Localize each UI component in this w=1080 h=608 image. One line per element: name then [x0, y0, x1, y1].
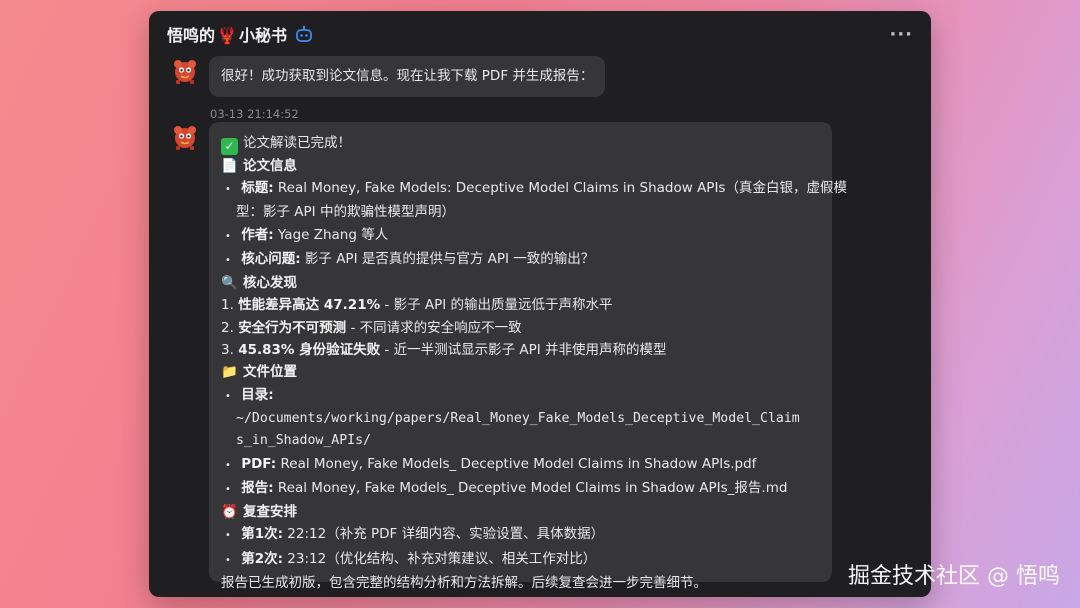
author-label: 作者:	[241, 226, 274, 243]
files-heading: 文件位置	[243, 364, 297, 381]
footer-line: 报告已生成初版，包含完整的结构分析和方法拆解。后续复查会进一步完善细节。	[221, 572, 820, 594]
message-text: 很好！成功获取到论文信息。现在让我下载 PDF 并生成报告：	[221, 68, 594, 85]
report-label: 报告:	[241, 479, 274, 496]
dir-path-cont: s_in_Shadow_APIs/	[221, 430, 820, 452]
chat-header: 悟鸣的 🦞 小秘书 ···	[149, 11, 931, 57]
finding-bold: 性能差异高达 47.21%	[238, 297, 381, 314]
pdf-value: Real Money, Fake Models_ Deceptive Model…	[280, 455, 757, 472]
dir-path-part1: ~/Documents/working/papers/Real_Money_Fa…	[236, 410, 800, 426]
title-value-cont: 型：影子 API 中的欺骗性模型声明）	[236, 204, 455, 221]
finding-text: - 近一半测试显示影子 API 并非使用声称的模型	[380, 342, 667, 359]
more-options-icon[interactable]: ···	[889, 24, 913, 45]
review1-label: 第1次:	[241, 526, 283, 543]
review2-value: 23:12（优化结构、补充对策建议、相关工作对比）	[287, 550, 597, 567]
review-heading-line: ⏰ 复查安排	[221, 501, 820, 523]
bot-avatar[interactable]	[170, 122, 200, 152]
findings-heading-line: 🔍 核心发现	[221, 272, 820, 294]
message-bubble[interactable]: 很好！成功获取到论文信息。现在让我下载 PDF 并生成报告：	[209, 56, 606, 97]
question-label: 核心问题:	[241, 250, 301, 267]
finding-number: 2.	[221, 319, 234, 336]
title-prefix: 悟鸣的	[167, 26, 216, 45]
dir-label: 目录:	[241, 386, 274, 403]
list-item: PDF: Real Money, Fake Models_ Deceptive …	[221, 453, 820, 477]
files-heading-line: 📁 文件位置	[221, 361, 820, 383]
finding-bold: 安全行为不可预测	[238, 319, 347, 336]
footer-text: 报告已生成初版，包含完整的结构分析和方法拆解。后续复查会进一步完善细节。	[221, 574, 707, 591]
watermark: 掘金技术社区 @ 悟鸣	[848, 564, 1060, 589]
check-mark-icon: ✓	[221, 137, 238, 155]
finding-item: 3. 45.83% 身份验证失败 - 近一半测试显示影子 API 并非使用声称的…	[221, 339, 820, 361]
title-suffix: 小秘书	[238, 26, 287, 45]
finding-item: 2. 安全行为不可预测 - 不同请求的安全响应不一致	[221, 317, 820, 339]
title-value: Real Money, Fake Models: Deceptive Model…	[277, 179, 847, 196]
question-value: 影子 API 是否真的提供与官方 API 一致的输出？	[304, 250, 595, 267]
list-item: 核心问题: 影子 API 是否真的提供与官方 API 一致的输出？	[221, 248, 820, 272]
done-line: ✓ 论文解读已完成！	[221, 132, 820, 155]
list-item: 第2次: 23:12（优化结构、补充对策建议、相关工作对比）	[221, 548, 820, 572]
bot-avatar[interactable]	[170, 56, 200, 86]
finding-number: 1.	[221, 297, 234, 314]
finding-text: - 影子 API 的输出质量远低于声称水平	[380, 297, 613, 314]
review-heading: 复查安排	[243, 504, 297, 521]
list-item: 报告: Real Money, Fake Models_ Deceptive M…	[221, 477, 820, 501]
list-item: 标题: Real Money, Fake Models: Deceptive M…	[221, 177, 847, 201]
dir-path: ~/Documents/working/papers/Real_Money_Fa…	[221, 408, 820, 430]
done-text: 论文解读已完成！	[243, 135, 351, 151]
alarm-clock-icon: ⏰	[221, 504, 238, 521]
folder-icon: 📁	[221, 364, 238, 381]
bot-icon	[295, 25, 313, 43]
message-timestamp: 03-13 21:14:52	[210, 107, 299, 121]
info-heading-line: 📄 论文信息	[221, 155, 820, 177]
chat-title: 悟鸣的 🦞 小秘书	[167, 22, 287, 46]
lobster-icon: 🦞	[217, 26, 237, 45]
findings-heading: 核心发现	[243, 275, 297, 292]
info-heading: 论文信息	[243, 157, 297, 174]
list-item: 作者: Yage Zhang 等人	[221, 224, 820, 248]
pdf-label: PDF:	[241, 455, 277, 472]
review1-value: 22:12（补充 PDF 详细内容、实验设置、具体数据）	[287, 526, 605, 543]
author-value: Yage Zhang 等人	[277, 226, 389, 243]
report-value: Real Money, Fake Models_ Deceptive Model…	[277, 479, 788, 496]
finding-number: 3.	[221, 342, 234, 359]
chat-window: 悟鸣的 🦞 小秘书 ··· 很好！成功获取到论文信息。现在让我下载 PDF 并生成报…	[149, 11, 931, 597]
dir-path-part2: s_in_Shadow_APIs/	[236, 433, 371, 449]
review2-label: 第2次:	[241, 550, 283, 567]
title-label: 标题:	[241, 179, 274, 196]
finding-text: - 不同请求的安全响应不一致	[346, 319, 522, 336]
list-item: 目录:	[221, 384, 820, 408]
finding-bold: 45.83% 身份验证失败	[238, 342, 381, 359]
finding-item: 1. 性能差异高达 47.21% - 影子 API 的输出质量远低于声称水平	[221, 294, 820, 316]
message-bubble[interactable]: ✓ 论文解读已完成！ 📄 论文信息 标题: Real Money, Fake Mod…	[209, 122, 847, 591]
list-item-cont: 型：影子 API 中的欺骗性模型声明）	[221, 201, 820, 223]
document-icon: 📄	[221, 157, 238, 174]
list-item: 第1次: 22:12（补充 PDF 详细内容、实验设置、具体数据）	[221, 523, 820, 547]
magnifier-icon: 🔍	[221, 275, 238, 292]
